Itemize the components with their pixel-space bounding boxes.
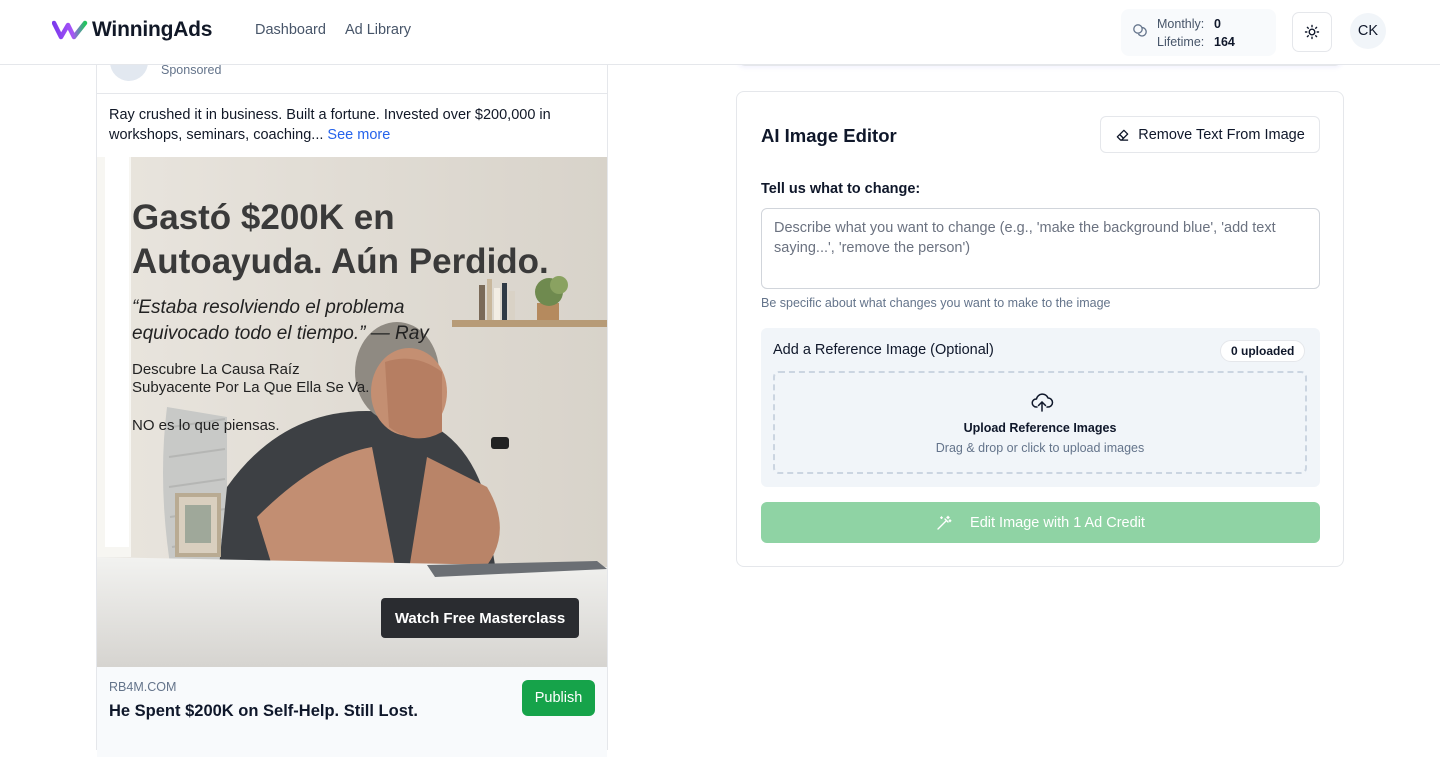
ad-preview-card: Sponsored Ray crushed it in business. Bu… [96,30,608,757]
nav-ad-library[interactable]: Ad Library [345,22,411,38]
prompt-label: Tell us what to change: [761,181,921,197]
editor-title: AI Image Editor [761,125,897,146]
remove-text-button[interactable]: Remove Text From Image [1100,116,1320,153]
upload-title: Upload Reference Images [963,421,1117,435]
ad-body-text: Ray crushed it in business. Built a fort… [109,105,589,145]
reference-image-section: Add a Reference Image (Optional) 0 uploa… [761,328,1320,487]
main-nav: Dashboard Ad Library [255,22,411,38]
nav-dashboard[interactable]: Dashboard [255,22,326,38]
reference-title: Add a Reference Image (Optional) [773,342,994,358]
creative-cta-text: Watch Free Masterclass [395,610,565,627]
ad-domain: RB4M.COM [109,680,177,694]
sun-icon [1304,24,1320,40]
winningads-logo-icon [52,20,88,40]
top-navbar: WinningAds Dashboard Ad Library Monthly:… [0,0,1440,65]
ai-image-editor-card: AI Image Editor Remove Text From Image T… [736,91,1344,567]
cloud-upload-icon [1031,393,1054,412]
creative-headline-line1: Gastó $200K en [132,198,395,237]
monthly-label: Monthly: [1157,17,1205,31]
user-avatar[interactable]: CK [1350,13,1386,49]
eraser-icon [1116,129,1129,141]
credits-panel: Monthly: 0 Lifetime: 164 [1121,9,1276,56]
magic-wand-icon [937,515,952,530]
brand-logo[interactable]: WinningAds [52,18,212,42]
upload-subtitle: Drag & drop or click to upload images [935,441,1145,455]
see-more-link[interactable]: See more [327,127,390,143]
publish-button[interactable]: Publish [522,680,595,716]
ad-creative-image: Gastó $200K en Autoayuda. Aún Perdido. “… [97,157,607,667]
lifetime-label: Lifetime: [1157,35,1205,49]
uploaded-count-badge: 0 uploaded [1220,340,1306,362]
remove-text-label: Remove Text From Image [1138,126,1305,143]
creative-quote-line2: equivocado todo el tiempo.” — Ray [132,323,430,344]
creative-sub-line1: Descubre La Causa Raíz [132,361,300,378]
coins-icon [1133,24,1147,37]
upload-dropzone[interactable]: Upload Reference Images Drag & drop or c… [773,371,1307,474]
creative-tag-line: NO es lo que piensas. [132,417,280,434]
edit-prompt-textarea[interactable] [761,208,1320,289]
sponsored-label: Sponsored [161,63,222,77]
creative-headline-line2: Autoayuda. Aún Perdido. [132,242,549,281]
brand-name: WinningAds [92,18,213,41]
edit-image-label: Edit Image with 1 Ad Credit [970,514,1145,531]
ad-headline: He Spent $200K on Self-Help. Still Lost. [109,702,418,720]
theme-toggle-button[interactable] [1292,12,1332,52]
edit-image-button[interactable]: Edit Image with 1 Ad Credit [761,502,1320,543]
creative-sub-line2: Subyacente Por La Que Ella Se Va. [132,379,369,396]
ad-footer: RB4M.COM He Spent $200K on Self-Help. St… [97,667,607,757]
creative-quote-line1: “Estaba resolviendo el problema [132,297,405,318]
monthly-value: 0 [1214,17,1221,31]
lifetime-value: 164 [1214,35,1235,49]
prompt-hint: Be specific about what changes you want … [761,296,1111,310]
